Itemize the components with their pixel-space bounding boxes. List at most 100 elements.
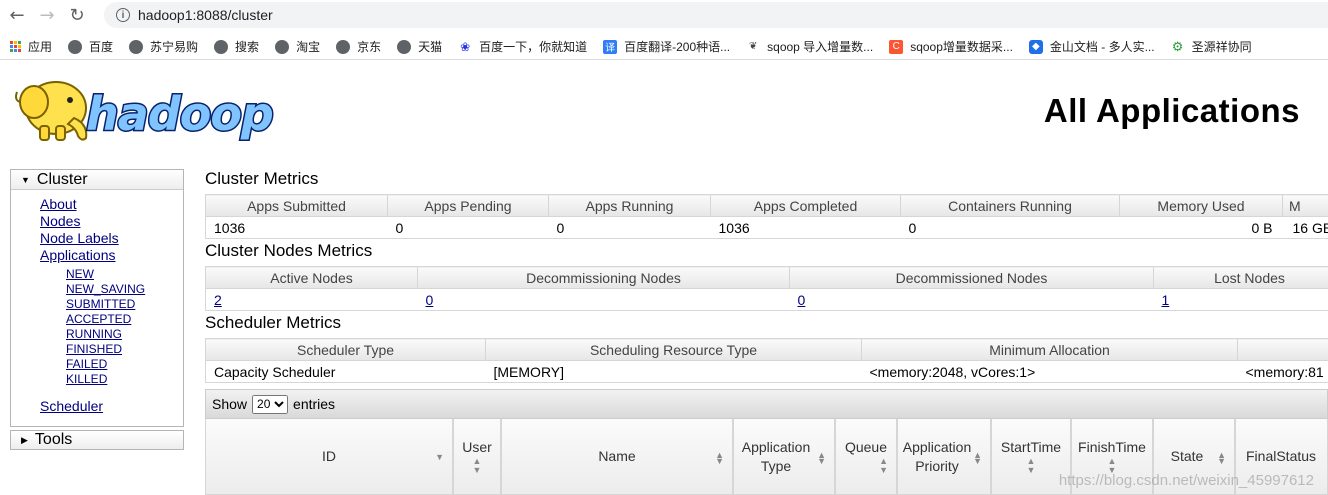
table-header: Containers Running [900,194,1120,217]
column-header-user[interactable]: User ▲ ▼ [453,419,501,495]
active-nodes-link[interactable]: 2 [214,292,222,308]
table-cell: 0 [789,288,1154,311]
bookmark-item[interactable]: 百度 [68,38,113,55]
table-cell: 0 [548,216,711,239]
triangle-down-icon: ▼ [21,174,30,185]
paw-icon: ❀ [460,39,471,54]
bookmark-item[interactable]: ❦ sqoop 导入增量数... [746,38,873,55]
app-state-link[interactable]: NEW [66,267,183,282]
table-cell: 1036 [205,216,388,239]
bookmarks-bar: 应用 百度 苏宁易购 搜索 淘宝 京东 天猫 ❀ 百度一下，你就知道 译百度翻译-… [0,34,1328,60]
bookmark-item[interactable]: ❀ 百度一下，你就知道 [458,38,587,55]
nodes-metrics-table: Active Nodes Decommissioning Nodes Decom… [205,266,1328,311]
logo-wordmark: hadoop [86,87,273,141]
table-header [1237,338,1328,361]
table-cell: 16 GB [1282,216,1328,239]
bookmark-apps[interactable]: 应用 [10,38,52,55]
entries-select[interactable]: 20 [252,394,289,414]
app-state-link[interactable]: RUNNING [66,327,183,342]
reload-icon[interactable]: ↻ [64,2,90,28]
column-header-application-priority[interactable]: Application Priority ▲ ▼ [897,419,991,495]
column-header-name[interactable]: Name ▲ ▼ [501,419,733,495]
table-cell: <memory:81 [1237,360,1328,383]
table-header: Scheduling Resource Type [485,338,862,361]
gear-icon: ⚙ [1171,38,1184,54]
browser-toolbar: ← → ↻ i hadoop1:8088/cluster [0,0,1328,30]
sort-icon: ▲ ▼ [817,450,826,466]
tools-toggle[interactable]: ▶ Tools [10,430,184,450]
cluster-metrics-title: Cluster Metrics [205,169,319,188]
table-header: Apps Completed [710,194,901,217]
csdn-icon: C [889,39,904,54]
sort-icon: ▲ ▼ [1026,456,1036,475]
translate-icon: 译 [603,39,618,54]
scheduler-metrics-title: Scheduler Metrics [205,313,342,332]
back-icon[interactable]: ← [4,2,30,28]
nodes-metrics-title: Cluster Nodes Metrics [205,241,373,260]
watermark-text: https://blog.csdn.net/weixin_45997612 [1058,472,1314,489]
globe-icon [397,39,412,54]
table-cell: 0 B [1119,216,1283,239]
globe-icon [129,39,144,54]
bookmark-item[interactable]: 译百度翻译-200种语... [603,38,730,55]
page-title: All Applications [1043,92,1300,129]
sidebar-link-scheduler[interactable]: Scheduler [40,398,183,415]
info-icon[interactable]: i [116,8,130,22]
sort-desc-icon: ▼ [435,452,444,462]
column-header-queue[interactable]: Queue ▲ ▼ [835,419,897,495]
app-state-link[interactable]: KILLED [66,372,183,387]
lost-nodes-link[interactable]: 1 [1162,292,1170,308]
table-header: Active Nodes [205,266,418,289]
sort-icon: ▲ ▼ [1217,450,1226,466]
bookmark-item[interactable]: 淘宝 [275,38,320,55]
feather-icon: ❦ [748,41,758,52]
table-cell: 0 [387,216,549,239]
table-cell: 1 [1153,288,1328,311]
app-state-link[interactable]: NEW_SAVING [66,282,183,297]
globe-icon [275,39,290,54]
app-state-link[interactable]: FAILED [66,357,183,372]
table-header: Apps Submitted [205,194,388,217]
sidebar-link-node-labels[interactable]: Node Labels [40,230,183,247]
bookmark-item[interactable]: 搜索 [214,38,259,55]
decommissioning-nodes-link[interactable]: 0 [426,292,434,308]
sidebar-link-nodes[interactable]: Nodes [40,213,183,230]
sidebar-link-about[interactable]: About [40,196,183,213]
bookmark-item[interactable]: 天猫 [397,38,442,55]
scheduler-metrics-table: Scheduler Type Scheduling Resource Type … [205,338,1328,383]
table-header: Scheduler Type [205,338,486,361]
cluster-metrics-table: Apps Submitted Apps Pending Apps Running… [205,194,1328,239]
triangle-right-icon: ▶ [21,434,28,445]
sort-icon: ▲ ▼ [879,456,888,475]
bookmark-item[interactable]: Csqoop增量数据采... [889,38,1013,55]
bookmark-item[interactable]: 苏宁易购 [129,38,198,55]
kdocs-icon: ◆ [1028,39,1043,54]
address-bar[interactable]: i hadoop1:8088/cluster [104,2,1328,28]
app-state-link[interactable]: ACCEPTED [66,312,183,327]
bookmark-item[interactable]: 京东 [336,38,381,55]
bookmark-item[interactable]: ◆ 金山文档 - 多人实... [1028,38,1155,55]
table-header: Lost Nodes [1153,266,1328,289]
hadoop-logo: hadoop [15,81,275,143]
globe-icon [336,39,351,54]
bookmark-item[interactable]: ⚙ 圣源祥协同 [1171,38,1252,55]
url-text: hadoop1:8088/cluster [138,7,273,23]
table-cell: 0 [900,216,1120,239]
table-cell: [MEMORY] [485,360,862,383]
sidebar-cluster: ▼ Cluster About Nodes Node Labels Applic… [10,169,184,427]
table-cell: <memory:2048, vCores:1> [861,360,1238,383]
column-header-application-type[interactable]: Application Type ▲ ▼ [733,419,835,495]
table-header: M [1282,194,1328,217]
cluster-toggle[interactable]: ▼ Cluster [11,170,183,190]
sidebar-link-applications[interactable]: Applications [40,247,183,264]
table-header: Decommissioned Nodes [789,266,1154,289]
table-header: Apps Pending [387,194,549,217]
forward-icon[interactable]: → [34,2,60,28]
globe-icon [214,39,229,54]
app-state-link[interactable]: FINISHED [66,342,183,357]
sort-icon: ▲ ▼ [472,456,482,475]
apps-grid-icon [10,41,21,52]
column-header-id[interactable]: ID ▼ [205,419,453,495]
decommissioned-nodes-link[interactable]: 0 [798,292,806,308]
app-state-link[interactable]: SUBMITTED [66,297,183,312]
